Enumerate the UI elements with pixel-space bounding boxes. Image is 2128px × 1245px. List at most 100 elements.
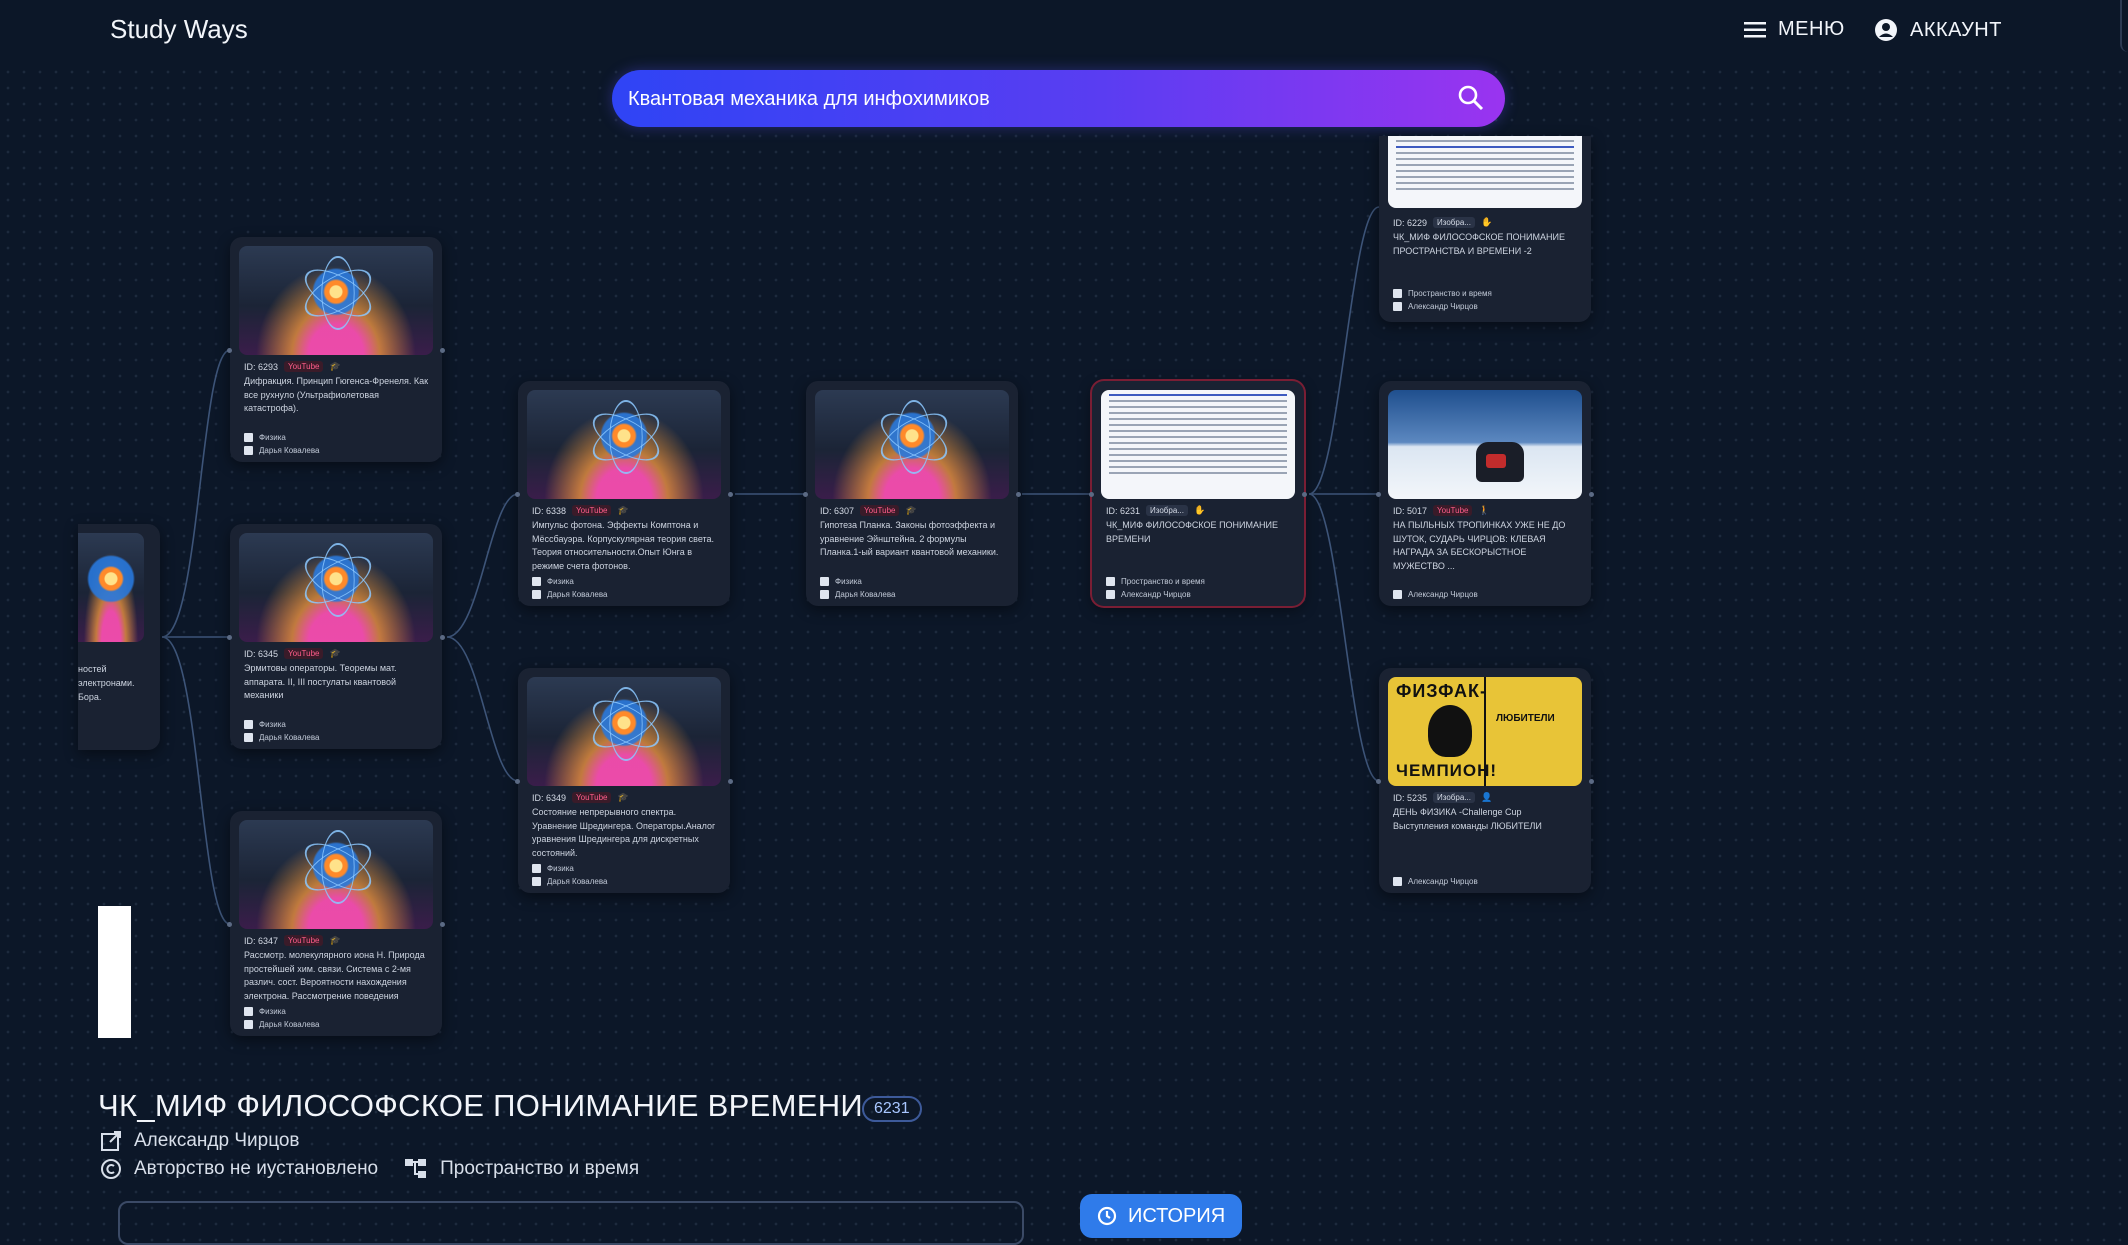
thumbnail-text-side: ЛЮБИТЕЛИ <box>1496 713 1555 724</box>
card-author-label: Дарья Ковалева <box>259 446 320 455</box>
card-id: ID: 6307 <box>820 505 855 516</box>
card-id: ID: 6293 <box>244 361 279 372</box>
connector-dot <box>1376 492 1381 497</box>
card-topic-label: Физика <box>835 577 862 586</box>
graduation-cap-icon: 🎓 <box>329 935 341 945</box>
detail-meta-row: Авторство не иустановлено Пространство и… <box>100 1158 639 1180</box>
card-author-label: Дарья Ковалева <box>259 1020 320 1029</box>
card-author: Дарья Ковалева <box>532 590 722 599</box>
card-topic: Физика <box>820 577 1010 586</box>
youtube-badge: YouTube <box>572 505 612 516</box>
card-id: ID: 6229 <box>1393 217 1428 228</box>
history-button[interactable]: ИСТОРИЯ <box>1080 1194 1242 1238</box>
author-icon <box>532 590 541 599</box>
card-partial-text: ностей электронами. Бора. <box>78 664 135 702</box>
card-thumbnail <box>527 390 721 499</box>
connector-dot <box>1376 779 1381 784</box>
card-topic: Физика <box>532 864 722 873</box>
history-label: ИСТОРИЯ <box>1128 1204 1226 1227</box>
copyright-icon <box>101 1159 121 1179</box>
detail-author-row[interactable]: Александр Чирцов <box>100 1130 300 1152</box>
connector-dot <box>728 492 733 497</box>
topic-tree-icon <box>405 1159 427 1178</box>
card-partial[interactable]: ностей электронами. Бора. <box>78 524 160 750</box>
card-author: Дарья Ковалева <box>532 877 722 886</box>
card-author-label: Александр Чирцов <box>1408 877 1478 886</box>
card-topic-label: Физика <box>259 433 286 442</box>
author-icon <box>820 590 829 599</box>
card-6229[interactable]: ID: 6229 Изобра... ✋ ЧК_МИФ ФИЛОСОФСКОЕ ПО… <box>1379 136 1591 322</box>
card-title: Рассмотр. молекулярного иона H. Природа … <box>244 950 425 1001</box>
card-author-label: Дарья Ковалева <box>547 877 608 886</box>
edit-link-icon <box>101 1131 121 1151</box>
walker-icon: 🚶 <box>1478 505 1490 515</box>
author-icon <box>244 446 253 455</box>
card-meta: ID: 6349 YouTube 🎓 <box>532 792 629 803</box>
graduation-cap-icon: 🎓 <box>329 648 341 658</box>
person-icon: 👤 <box>1480 792 1493 802</box>
card-topic: Физика <box>244 720 434 729</box>
card-author: Александр Чирцов <box>1393 302 1583 311</box>
card-id: ID: 6338 <box>532 505 567 516</box>
card-topic: Физика <box>244 1007 434 1016</box>
connector-dot <box>515 492 520 497</box>
card-6231-selected[interactable]: ID: 6231 Изобра... ✋ ЧК_МИФ ФИЛОСОФСКОЕ ПО… <box>1089 381 1307 606</box>
hand-icon: ✋ <box>1193 505 1206 515</box>
detail-copyright: Авторство не иустановлено <box>134 1158 379 1179</box>
card-5235[interactable]: ФИЗФАК- ЧЕМПИОН! ЛЮБИТЕЛИ ID: 5235 Изобра… <box>1376 668 1594 893</box>
topic-tree-icon <box>1393 289 1402 298</box>
card-topic: Пространство и время <box>1106 577 1296 586</box>
card-author: Дарья Ковалева <box>244 1020 434 1029</box>
card-title: Эрмитовы операторы. Теоремы мат. аппарат… <box>244 663 397 700</box>
card-6307[interactable]: ID: 6307 YouTube 🎓 Гипотеза Планка. Законы… <box>803 381 1021 606</box>
card-author: Дарья Ковалева <box>244 446 434 455</box>
connector-dot <box>1302 492 1307 497</box>
card-meta: ID: 6231 Изобра... ✋ <box>1106 505 1205 516</box>
card-6349[interactable]: ID: 6349 YouTube 🎓 Состояние непрерывного … <box>515 668 733 893</box>
connector-dot <box>227 922 232 927</box>
card-topic: Физика <box>532 577 722 586</box>
card-author-label: Дарья Ковалева <box>547 590 608 599</box>
topic-tree-icon <box>244 1007 253 1016</box>
card-5017[interactable]: ID: 5017 YouTube 🚶 НА ПЫЛЬНЫХ ТРОПИНКАХ УЖ… <box>1376 381 1594 606</box>
topic-tree-icon <box>820 577 829 586</box>
thumbnail-text-top: ФИЗФАК- <box>1396 681 1488 701</box>
author-icon <box>1106 590 1115 599</box>
card-topic-label: Физика <box>259 720 286 729</box>
card-meta: ID: 6345 YouTube 🎓 <box>244 648 341 659</box>
card-6338[interactable]: ID: 6338 YouTube 🎓 Импульс фотона. Эффекты… <box>515 381 733 606</box>
connector-dot <box>1089 492 1094 497</box>
card-author-label: Александр Чирцов <box>1408 590 1478 599</box>
youtube-badge: YouTube <box>860 505 900 516</box>
card-author-label: Дарья Ковалева <box>259 733 320 742</box>
card-thumbnail <box>239 533 433 642</box>
topic-tree-icon <box>532 577 541 586</box>
card-meta: ID: 6307 YouTube 🎓 <box>820 505 917 516</box>
card-title: Гипотеза Планка. Законы фотоэффекта и ур… <box>820 520 999 557</box>
graduation-cap-icon: 🎓 <box>617 792 629 802</box>
card-meta: ID: 6338 YouTube 🎓 <box>532 505 629 516</box>
author-icon <box>244 1020 253 1029</box>
card-id: ID: 6347 <box>244 935 279 946</box>
card-topic: Физика <box>244 433 434 442</box>
card-topic-label: Физика <box>547 864 574 873</box>
card-thumbnail <box>239 820 433 929</box>
card-thumbnail <box>1388 390 1582 499</box>
detail-topic[interactable]: Пространство и время <box>440 1158 639 1180</box>
card-thumbnail: ФИЗФАК- ЧЕМПИОН! ЛЮБИТЕЛИ <box>1388 677 1582 786</box>
card-6293[interactable]: ID: 6293 YouTube 🎓 Дифракция. Принцип Гюге… <box>227 237 445 462</box>
connector-dot <box>1589 779 1594 784</box>
card-id: ID: 6231 <box>1106 505 1141 516</box>
cat-silhouette <box>1428 705 1472 757</box>
card-6347[interactable]: ID: 6347 YouTube 🎓 Рассмотр. молекулярного… <box>227 811 445 1036</box>
graduation-cap-icon: 🎓 <box>329 361 341 371</box>
connector-dot <box>227 348 232 353</box>
card-topic-label: Пространство и время <box>1121 577 1205 586</box>
text-editor-toolbar[interactable] <box>118 1201 1024 1245</box>
card-6345[interactable]: ID: 6345 YouTube 🎓 Эрмитовы операторы. Тео… <box>227 524 445 749</box>
card-thumbnail <box>815 390 1009 499</box>
card-topic: Пространство и время <box>1393 289 1583 298</box>
connector-dot <box>803 492 808 497</box>
youtube-badge: YouTube <box>284 935 324 946</box>
card-author-label: Дарья Ковалева <box>835 590 896 599</box>
